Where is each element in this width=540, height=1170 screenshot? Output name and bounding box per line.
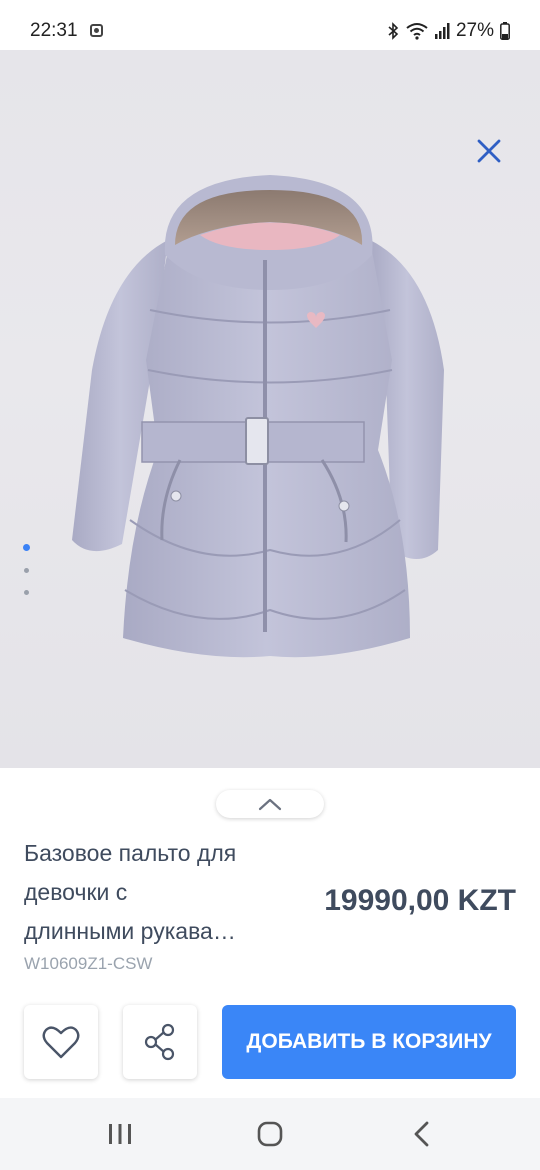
- wifi-icon: [406, 23, 428, 40]
- share-icon: [144, 1023, 175, 1061]
- home-button[interactable]: [240, 1112, 300, 1156]
- product-sku: W10609Z1-CSW: [24, 954, 153, 973]
- notification-icon: [90, 24, 103, 37]
- system-nav-bar: [0, 1098, 540, 1170]
- status-icons: 27%: [386, 20, 510, 42]
- heart-icon: [42, 1026, 80, 1059]
- chevron-up-icon: [258, 798, 282, 811]
- home-icon: [257, 1121, 283, 1147]
- signal-icon: [434, 23, 450, 39]
- carousel-indicator: [22, 544, 30, 612]
- back-icon: [414, 1121, 429, 1147]
- close-icon: [477, 139, 501, 163]
- recents-icon: [109, 1124, 131, 1144]
- battery-icon: [500, 22, 510, 40]
- battery-percent: 27%: [455, 20, 494, 41]
- close-button[interactable]: [474, 136, 504, 166]
- share-button[interactable]: [123, 1005, 197, 1079]
- favorite-button[interactable]: [24, 1005, 98, 1079]
- recents-button[interactable]: [90, 1112, 150, 1156]
- back-button[interactable]: [392, 1112, 452, 1156]
- product-title: Базовое пальто для девочки с длинными ру…: [24, 840, 237, 944]
- status-time: 22:31: [30, 20, 78, 41]
- carousel-dot[interactable]: [23, 568, 29, 573]
- carousel-dot-active[interactable]: [22, 544, 30, 551]
- expand-details-handle[interactable]: [216, 790, 324, 818]
- jacket-illustration: [72, 175, 444, 658]
- carousel-dot[interactable]: [23, 590, 29, 595]
- add-to-cart-button[interactable]: ДОБАВИТЬ В КОРЗИНУ: [222, 1005, 516, 1079]
- product-image[interactable]: [0, 50, 540, 768]
- product-price: 19990,00 KZT: [324, 884, 516, 917]
- bluetooth-icon: [388, 22, 399, 40]
